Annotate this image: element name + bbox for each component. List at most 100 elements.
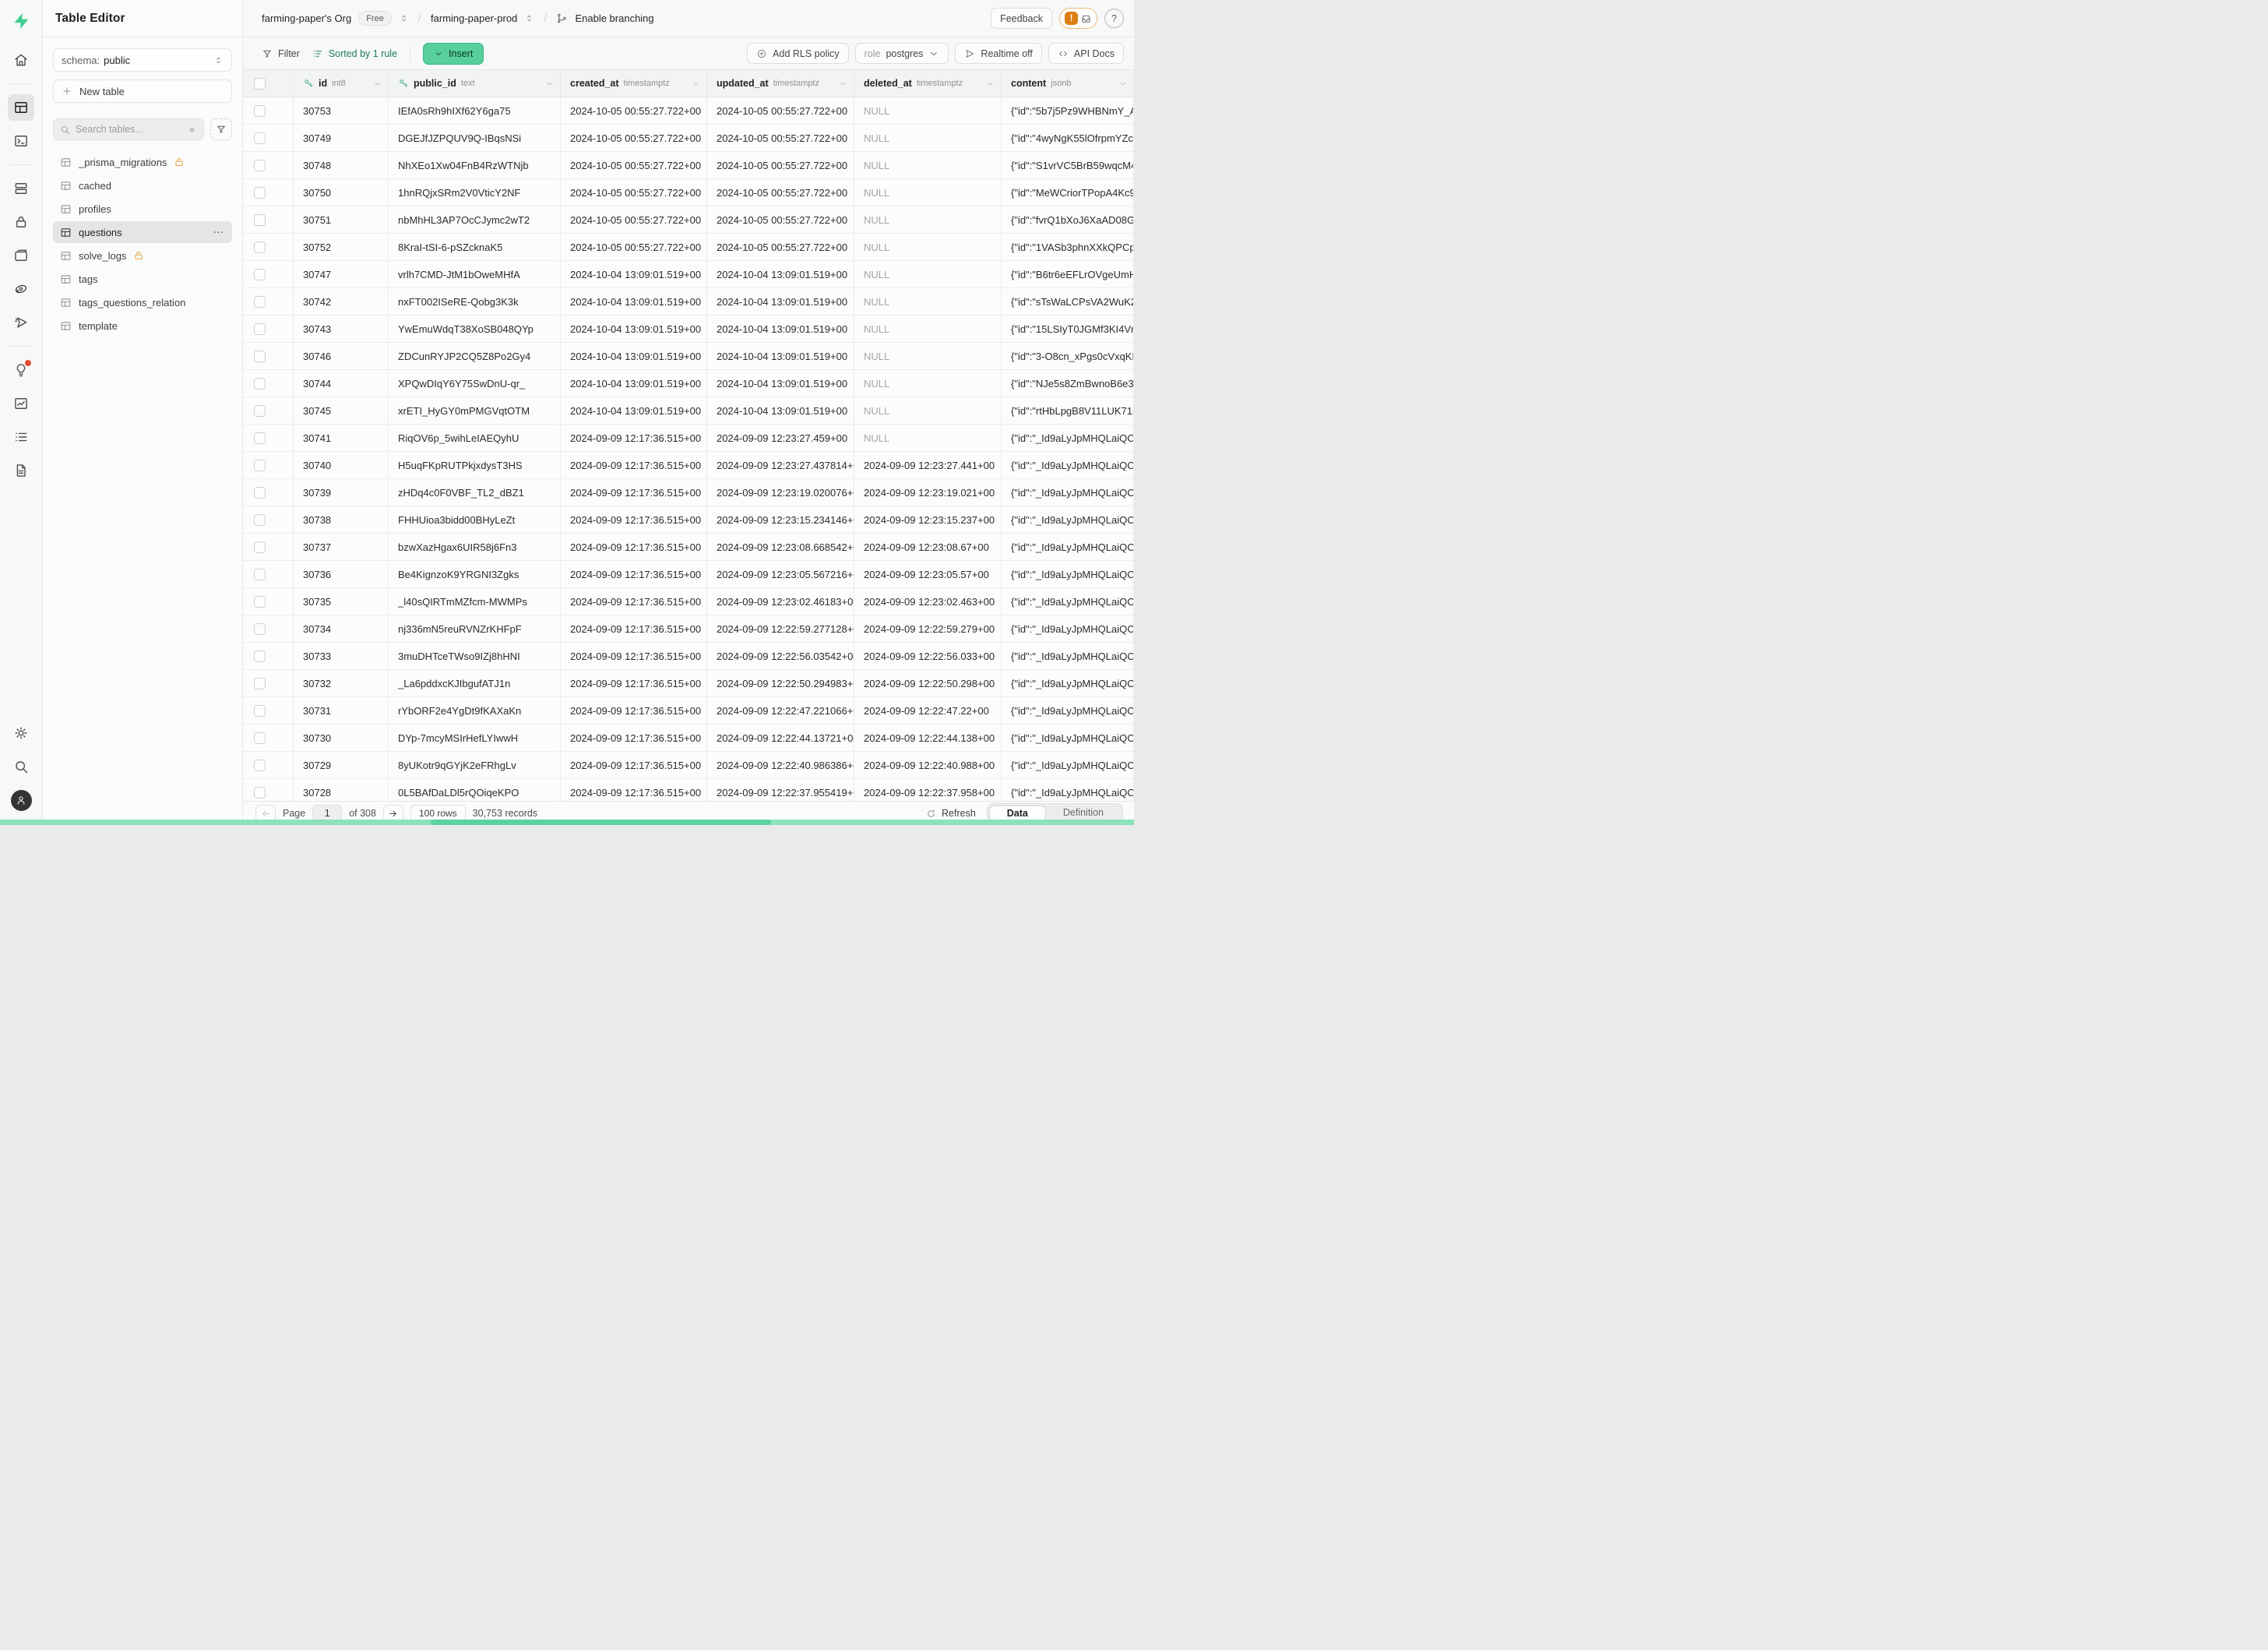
cell-created_at[interactable]: 2024-09-09 12:17:36.515+00 bbox=[561, 615, 707, 642]
rail-item-advisors[interactable] bbox=[8, 357, 34, 383]
cell-public_id[interactable]: nbMhHL3AP7OcCJymc2wT2 bbox=[389, 206, 561, 233]
cell-deleted_at[interactable]: 2024-09-09 12:22:37.958+00 bbox=[854, 779, 1002, 801]
sidebar-table-cached[interactable]: cached bbox=[53, 175, 232, 196]
cell-public_id[interactable]: 1hnRQjxSRm2V0VticY2NF bbox=[389, 179, 561, 206]
column-header-content[interactable]: contentjsonb bbox=[1002, 70, 1134, 97]
search-tables-box[interactable] bbox=[53, 118, 204, 140]
breadcrumb-org[interactable]: farming-paper's Org bbox=[262, 12, 351, 24]
cell-deleted_at[interactable]: NULL bbox=[854, 316, 1002, 342]
cell-updated_at[interactable]: 2024-10-04 13:09:01.519+00 bbox=[707, 343, 854, 369]
cell-updated_at[interactable]: 2024-09-09 12:23:08.668542+00 bbox=[707, 534, 854, 560]
plan-badge[interactable]: Free bbox=[358, 11, 392, 26]
cell-id[interactable]: 30741 bbox=[294, 425, 389, 451]
cell-created_at[interactable]: 2024-09-09 12:17:36.515+00 bbox=[561, 425, 707, 451]
cell-deleted_at[interactable]: 2024-09-09 12:23:27.441+00 bbox=[854, 452, 1002, 478]
help-button[interactable]: ? bbox=[1104, 9, 1124, 28]
cell-content[interactable]: {"id":"_Id9aLyJpMHQLaiQC bbox=[1002, 697, 1134, 724]
row-checkbox[interactable] bbox=[254, 405, 266, 417]
cell-content[interactable]: {"id":"1VASb3phnXXkQPCpv bbox=[1002, 234, 1134, 260]
cell-updated_at[interactable]: 2024-09-09 12:22:50.294983+00 bbox=[707, 670, 854, 696]
cell-updated_at[interactable]: 2024-09-09 12:22:59.277128+00 bbox=[707, 615, 854, 642]
cell-id[interactable]: 30744 bbox=[294, 370, 389, 397]
cell-public_id[interactable]: IEfA0sRh9hIXf62Y6ga75 bbox=[389, 97, 561, 124]
cell-public_id[interactable]: H5uqFKpRUTPkjxdysT3HS bbox=[389, 452, 561, 478]
cell-id[interactable]: 30729 bbox=[294, 752, 389, 778]
cell-created_at[interactable]: 2024-10-05 00:55:27.722+00 bbox=[561, 206, 707, 233]
cell-deleted_at[interactable]: NULL bbox=[854, 370, 1002, 397]
column-menu-icon[interactable] bbox=[545, 79, 554, 88]
cell-created_at[interactable]: 2024-09-09 12:17:36.515+00 bbox=[561, 479, 707, 506]
rail-item-sql-editor[interactable] bbox=[8, 128, 34, 154]
cell-created_at[interactable]: 2024-10-04 13:09:01.519+00 bbox=[561, 261, 707, 287]
rail-item-api-docs[interactable] bbox=[8, 457, 34, 484]
cell-updated_at[interactable]: 2024-10-04 13:09:01.519+00 bbox=[707, 370, 854, 397]
cell-public_id[interactable]: DYp-7mcyMSIrHefLYIwwH bbox=[389, 725, 561, 751]
cell-public_id[interactable]: 8KraI-tSI-6-pSZcknaK5 bbox=[389, 234, 561, 260]
cell-created_at[interactable]: 2024-09-09 12:17:36.515+00 bbox=[561, 534, 707, 560]
breadcrumb-project[interactable]: farming-paper-prod bbox=[431, 12, 517, 24]
cell-public_id[interactable]: 0L5BAfDaLDl5rQOiqeKPO bbox=[389, 779, 561, 801]
cell-deleted_at[interactable]: 2024-09-09 12:23:19.021+00 bbox=[854, 479, 1002, 506]
cell-content[interactable]: {"id":"_Id9aLyJpMHQLaiQC bbox=[1002, 561, 1134, 587]
cell-content[interactable]: {"id":"_Id9aLyJpMHQLaiQC bbox=[1002, 725, 1134, 751]
cell-content[interactable]: {"id":"_Id9aLyJpMHQLaiQC bbox=[1002, 425, 1134, 451]
cell-content[interactable]: {"id":"_Id9aLyJpMHQLaiQC bbox=[1002, 615, 1134, 642]
column-menu-icon[interactable] bbox=[839, 79, 847, 88]
cell-updated_at[interactable]: 2024-09-09 12:22:44.13721+00 bbox=[707, 725, 854, 751]
cell-id[interactable]: 30738 bbox=[294, 506, 389, 533]
notifications-button[interactable]: ! bbox=[1059, 8, 1097, 29]
enable-branching-button[interactable]: Enable branching bbox=[575, 12, 653, 24]
cell-deleted_at[interactable]: NULL bbox=[854, 206, 1002, 233]
sidebar-table-solve_logs[interactable]: solve_logs bbox=[53, 245, 232, 266]
cell-deleted_at[interactable]: 2024-09-09 12:23:15.237+00 bbox=[854, 506, 1002, 533]
column-menu-icon[interactable] bbox=[373, 79, 382, 88]
column-header-id[interactable]: idint8 bbox=[294, 70, 389, 97]
cell-content[interactable]: {"id":"_Id9aLyJpMHQLaiQC bbox=[1002, 534, 1134, 560]
cell-deleted_at[interactable]: NULL bbox=[854, 261, 1002, 287]
search-tables-input[interactable] bbox=[76, 124, 181, 135]
rail-item-settings[interactable] bbox=[8, 720, 34, 746]
cell-deleted_at[interactable]: 2024-09-09 12:23:08.67+00 bbox=[854, 534, 1002, 560]
row-checkbox[interactable] bbox=[254, 487, 266, 499]
cell-created_at[interactable]: 2024-09-09 12:17:36.515+00 bbox=[561, 588, 707, 615]
cell-deleted_at[interactable]: NULL bbox=[854, 425, 1002, 451]
cell-content[interactable]: {"id":"_Id9aLyJpMHQLaiQC bbox=[1002, 588, 1134, 615]
cell-updated_at[interactable]: 2024-09-09 12:22:37.955419+00 bbox=[707, 779, 854, 801]
cell-public_id[interactable]: YwEmuWdqT38XoSB048QYp bbox=[389, 316, 561, 342]
row-checkbox[interactable] bbox=[254, 650, 266, 662]
row-checkbox[interactable] bbox=[254, 351, 266, 362]
cell-created_at[interactable]: 2024-09-09 12:17:36.515+00 bbox=[561, 670, 707, 696]
cell-created_at[interactable]: 2024-09-09 12:17:36.515+00 bbox=[561, 506, 707, 533]
rail-item-edge-functions[interactable] bbox=[8, 309, 34, 336]
row-checkbox[interactable] bbox=[254, 705, 266, 717]
cell-content[interactable]: {"id":"_Id9aLyJpMHQLaiQC bbox=[1002, 479, 1134, 506]
cell-content[interactable]: {"id":"15LSIyT0JGMf3KI4Vn bbox=[1002, 316, 1134, 342]
rail-item-account[interactable] bbox=[8, 787, 34, 813]
rail-item-table-editor[interactable] bbox=[8, 94, 34, 121]
chevron-updown-icon[interactable] bbox=[399, 13, 409, 23]
cell-created_at[interactable]: 2024-10-04 13:09:01.519+00 bbox=[561, 397, 707, 424]
cell-deleted_at[interactable]: 2024-09-09 12:22:44.138+00 bbox=[854, 725, 1002, 751]
cell-content[interactable]: {"id":"S1vrVC5BrB59wqcM4 bbox=[1002, 152, 1134, 178]
scrollbar-thumb[interactable] bbox=[431, 820, 771, 825]
cell-created_at[interactable]: 2024-10-04 13:09:01.519+00 bbox=[561, 370, 707, 397]
rail-item-reports[interactable] bbox=[8, 390, 34, 417]
row-checkbox[interactable] bbox=[254, 269, 266, 280]
cell-public_id[interactable]: FHHUioa3bidd00BHyLeZt bbox=[389, 506, 561, 533]
cell-updated_at[interactable]: 2024-10-04 13:09:01.519+00 bbox=[707, 288, 854, 315]
rail-item-supabase-logo[interactable] bbox=[8, 8, 34, 34]
row-checkbox[interactable] bbox=[254, 460, 266, 471]
cell-id[interactable]: 30749 bbox=[294, 125, 389, 151]
cell-id[interactable]: 30735 bbox=[294, 588, 389, 615]
sidebar-table-_prisma_migrations[interactable]: _prisma_migrations bbox=[53, 151, 232, 173]
row-checkbox[interactable] bbox=[254, 105, 266, 117]
schema-select[interactable]: schema:public bbox=[53, 48, 232, 72]
cell-content[interactable]: {"id":"fvrQ1bXoJ6XaAD08G bbox=[1002, 206, 1134, 233]
cell-public_id[interactable]: _La6pddxcKJIbgufATJ1n bbox=[389, 670, 561, 696]
cell-updated_at[interactable]: 2024-09-09 12:22:56.03542+00 bbox=[707, 643, 854, 669]
cell-id[interactable]: 30750 bbox=[294, 179, 389, 206]
cell-deleted_at[interactable]: NULL bbox=[854, 397, 1002, 424]
tab-definition[interactable]: Definition bbox=[1046, 806, 1121, 821]
cell-deleted_at[interactable]: NULL bbox=[854, 125, 1002, 151]
cell-updated_at[interactable]: 2024-09-09 12:23:19.020076+00 bbox=[707, 479, 854, 506]
